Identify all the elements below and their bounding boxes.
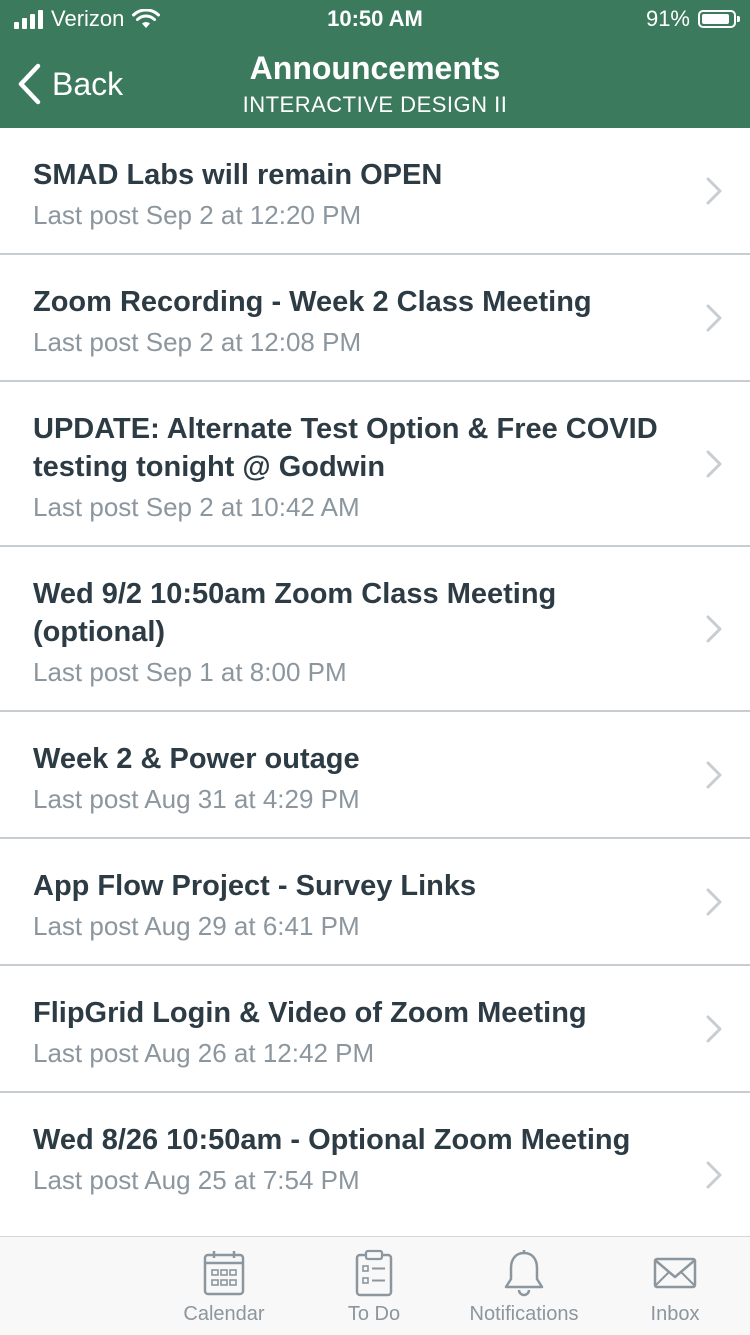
last-post-date: Last post Sep 2 at 12:08 PM bbox=[33, 327, 362, 357]
last-post-date: Last post Sep 2 at 10:42 AM bbox=[33, 492, 360, 522]
chevron-right-icon bbox=[706, 888, 722, 915]
tab-calendar[interactable]: Calendar bbox=[149, 1249, 299, 1326]
battery-icon bbox=[698, 10, 740, 28]
tab-label: Inbox bbox=[650, 1303, 700, 1325]
chevron-right-icon bbox=[706, 450, 722, 477]
chevron-right-icon bbox=[706, 1015, 722, 1042]
list-item[interactable]: SMAD Labs will remain OPEN Last post Sep… bbox=[0, 128, 750, 255]
envelope-icon bbox=[653, 1257, 697, 1289]
list-item[interactable]: Wed 9/2 10:50am Zoom Class Meeting (opti… bbox=[0, 547, 750, 712]
chevron-right-icon bbox=[706, 761, 722, 788]
announcement-title: App Flow Project - Survey Links bbox=[33, 870, 477, 902]
announcement-title: Week 2 & Power outage bbox=[33, 743, 360, 775]
last-post-date: Last post Sep 1 at 8:00 PM bbox=[33, 657, 347, 687]
announcement-title: UPDATE: Alternate Test Option & Free COV… bbox=[33, 413, 658, 483]
course-subtitle: INTERACTIVE DESIGN II bbox=[242, 92, 508, 117]
battery-percent: 91% bbox=[645, 6, 690, 31]
last-post-date: Last post Aug 26 at 12:42 PM bbox=[33, 1038, 375, 1068]
last-post-date: Last post Aug 25 at 7:54 PM bbox=[33, 1165, 360, 1195]
announcement-title: SMAD Labs will remain OPEN bbox=[33, 159, 443, 191]
tab-label: Notifications bbox=[469, 1303, 579, 1325]
last-post-date: Last post Aug 29 at 6:41 PM bbox=[33, 911, 360, 941]
clipboard-icon bbox=[355, 1249, 393, 1297]
tab-label: To Do bbox=[347, 1303, 401, 1325]
chevron-right-icon bbox=[706, 177, 722, 204]
tab-label: Calendar bbox=[183, 1303, 265, 1325]
bell-icon bbox=[504, 1250, 544, 1297]
status-right: 91% bbox=[645, 6, 740, 32]
list-item[interactable]: Wed 8/26 10:50am - Optional Zoom Meeting… bbox=[0, 1093, 750, 1236]
chevron-right-icon bbox=[706, 304, 722, 331]
announcement-list: SMAD Labs will remain OPEN Last post Sep… bbox=[0, 128, 750, 1236]
chevron-right-icon bbox=[706, 615, 722, 642]
list-item[interactable]: FlipGrid Login & Video of Zoom Meeting L… bbox=[0, 966, 750, 1093]
tab-notifications[interactable]: Notifications bbox=[449, 1249, 599, 1326]
last-post-date: Last post Aug 31 at 4:29 PM bbox=[33, 784, 360, 814]
status-time: 10:50 AM bbox=[327, 6, 423, 31]
announcement-title: Wed 9/2 10:50am Zoom Class Meeting (opti… bbox=[33, 578, 557, 648]
tab-to-do[interactable]: To Do bbox=[299, 1249, 449, 1326]
tab-bar: Calendar To Do Notifications Inbox bbox=[0, 1236, 750, 1335]
announcement-title: FlipGrid Login & Video of Zoom Meeting bbox=[33, 997, 587, 1029]
page-title: Announcements bbox=[249, 50, 501, 86]
status-bar: Verizon 10:50 AM 91% bbox=[0, 0, 750, 40]
announcement-title: Zoom Recording - Week 2 Class Meeting bbox=[33, 286, 592, 318]
announcement-title: Wed 8/26 10:50am - Optional Zoom Meeting bbox=[33, 1124, 631, 1156]
navigation-bar: Back Announcements INTERACTIVE DESIGN II bbox=[0, 40, 750, 128]
chevron-right-icon bbox=[706, 1161, 722, 1188]
last-post-date: Last post Sep 2 at 12:20 PM bbox=[33, 200, 362, 230]
calendar-icon bbox=[203, 1251, 245, 1296]
tab-inbox[interactable]: Inbox bbox=[600, 1249, 750, 1326]
list-item[interactable]: Week 2 & Power outage Last post Aug 31 a… bbox=[0, 712, 750, 839]
list-item[interactable]: App Flow Project - Survey Links Last pos… bbox=[0, 839, 750, 966]
list-item[interactable]: UPDATE: Alternate Test Option & Free COV… bbox=[0, 382, 750, 547]
list-item[interactable]: Zoom Recording - Week 2 Class Meeting La… bbox=[0, 255, 750, 382]
